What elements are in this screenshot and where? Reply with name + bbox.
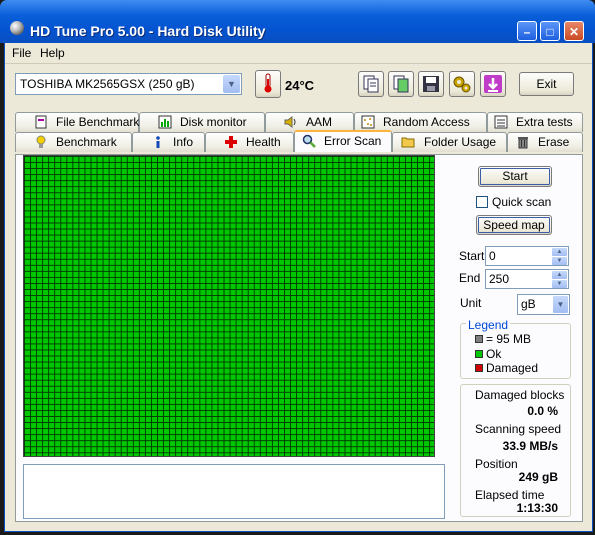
speaker-icon <box>284 116 296 128</box>
title-bar[interactable]: HD Tune Pro 5.00 - Hard Disk Utility – □… <box>0 0 595 43</box>
tab-label: Benchmark <box>56 135 117 149</box>
end-position-value: 250 <box>489 272 510 286</box>
magnifier-icon <box>302 134 316 148</box>
file-benchmark-icon <box>35 115 47 129</box>
legend-swatch-block-size <box>475 335 483 343</box>
tab-label: Disk monitor <box>180 115 247 129</box>
thermometer-icon <box>264 73 272 93</box>
unit-select-value: gB <box>521 297 536 311</box>
disk-monitor-icon <box>158 115 172 129</box>
chevron-down-icon[interactable]: ▼ <box>553 296 568 313</box>
start-position-spinner[interactable]: 0 ▲ ▼ <box>485 246 569 266</box>
drive-select-value: TOSHIBA MK2565GSX (250 gB) <box>20 77 195 91</box>
spin-down-icon[interactable]: ▼ <box>552 257 567 265</box>
damaged-blocks-value: 0.0 % <box>527 404 558 418</box>
elapsed-time-label: Elapsed time <box>475 488 545 502</box>
gears-icon <box>453 76 471 93</box>
floppy-disk-icon <box>423 76 439 92</box>
elapsed-time-value: 1:13:30 <box>516 501 558 515</box>
end-position-spinner[interactable]: 250 ▲ ▼ <box>485 269 569 289</box>
copy-text-button[interactable] <box>358 71 384 97</box>
speed-map-button[interactable]: Speed map <box>476 215 552 235</box>
tab-label: Health <box>246 135 281 149</box>
tab-label: Erase <box>538 135 570 149</box>
spin-up-icon[interactable]: ▲ <box>552 248 567 256</box>
tab-label: Error Scan <box>324 134 382 148</box>
tab-health[interactable]: Health <box>205 132 294 152</box>
end-position-label: End <box>459 271 481 285</box>
screenshot-icon <box>393 75 409 93</box>
scanning-speed-label: Scanning speed <box>475 422 562 436</box>
exit-button[interactable]: Exit <box>519 72 574 96</box>
trash-icon <box>518 137 528 149</box>
tab-file-benchmark[interactable]: File Benchmark <box>15 112 139 132</box>
app-window: HD Tune Pro 5.00 - Hard Disk Utility – □… <box>0 0 595 535</box>
download-button[interactable] <box>480 71 506 97</box>
folder-icon <box>401 137 415 148</box>
tab-aam[interactable]: AAM <box>265 112 354 132</box>
unit-label: Unit <box>460 296 482 310</box>
menu-file[interactable]: File <box>12 46 31 60</box>
start-position-label: Start <box>459 249 485 263</box>
legend-swatch-ok <box>475 350 483 358</box>
position-value: 249 gB <box>518 470 558 484</box>
tab-benchmark[interactable]: Benchmark <box>15 132 132 152</box>
chevron-down-icon[interactable]: ▼ <box>223 75 240 93</box>
start-scan-button[interactable]: Start <box>478 166 552 187</box>
start-position-value: 0 <box>489 249 496 263</box>
tab-info[interactable]: Info <box>132 132 205 152</box>
temperature-button[interactable] <box>255 70 281 98</box>
scanning-speed-value: 33.9 MB/s <box>502 439 558 453</box>
scan-log-box[interactable] <box>23 464 445 519</box>
app-icon <box>10 21 24 35</box>
tab-label: Random Access <box>383 115 470 129</box>
random-access-icon <box>361 115 375 129</box>
scan-block-map <box>23 155 435 457</box>
position-label: Position <box>475 457 518 471</box>
extra-tests-icon <box>494 115 508 129</box>
copy-screenshot-button[interactable] <box>388 71 414 97</box>
tab-label: Extra tests <box>516 115 573 129</box>
tab-label: File Benchmark <box>56 115 140 129</box>
spin-down-icon[interactable]: ▼ <box>552 280 567 288</box>
tab-extra-tests[interactable]: Extra tests <box>487 112 583 132</box>
arrow-down-icon <box>484 75 502 93</box>
legend-title: Legend <box>466 318 511 332</box>
tab-label: Info <box>173 135 194 149</box>
menu-bar: File Help <box>5 43 592 64</box>
close-button[interactable]: ✕ <box>564 21 584 41</box>
legend-ok: Ok <box>486 347 502 361</box>
benchmark-icon <box>36 135 46 148</box>
menu-help[interactable]: Help <box>40 46 65 60</box>
health-cross-icon <box>225 136 237 148</box>
tab-strip: File Benchmark Disk monitor AAM Random A… <box>15 112 583 154</box>
tab-label: Folder Usage <box>424 135 497 149</box>
copy-icon <box>363 75 379 93</box>
tab-label: AAM <box>306 115 333 129</box>
tab-erase[interactable]: Erase <box>507 132 583 152</box>
quick-scan-label: Quick scan <box>492 195 552 209</box>
legend-block-size: = 95 MB <box>486 332 532 346</box>
toolbar: TOSHIBA MK2565GSX (250 gB) ▼ 24°C Exit <box>5 65 592 105</box>
spin-up-icon[interactable]: ▲ <box>552 271 567 279</box>
quick-scan-checkbox[interactable] <box>476 196 488 208</box>
tab-error-scan[interactable]: Error Scan <box>294 130 392 152</box>
minimize-button[interactable]: – <box>517 21 537 41</box>
damaged-blocks-label: Damaged blocks <box>475 388 565 402</box>
save-button[interactable] <box>418 71 444 97</box>
info-icon <box>156 136 160 148</box>
legend-damaged: Damaged <box>486 361 539 375</box>
maximize-button[interactable]: □ <box>540 21 560 41</box>
drive-select[interactable]: TOSHIBA MK2565GSX (250 gB) ▼ <box>15 73 242 95</box>
options-button[interactable] <box>449 71 475 97</box>
tab-folder-usage[interactable]: Folder Usage <box>392 132 507 152</box>
tab-random-access[interactable]: Random Access <box>354 112 487 132</box>
unit-select[interactable]: gB ▼ <box>517 294 570 315</box>
temperature-readout: 24°C <box>285 78 315 93</box>
window-title: HD Tune Pro 5.00 - Hard Disk Utility <box>30 23 266 39</box>
legend-swatch-damaged <box>475 364 483 372</box>
tab-disk-monitor[interactable]: Disk monitor <box>139 112 265 132</box>
